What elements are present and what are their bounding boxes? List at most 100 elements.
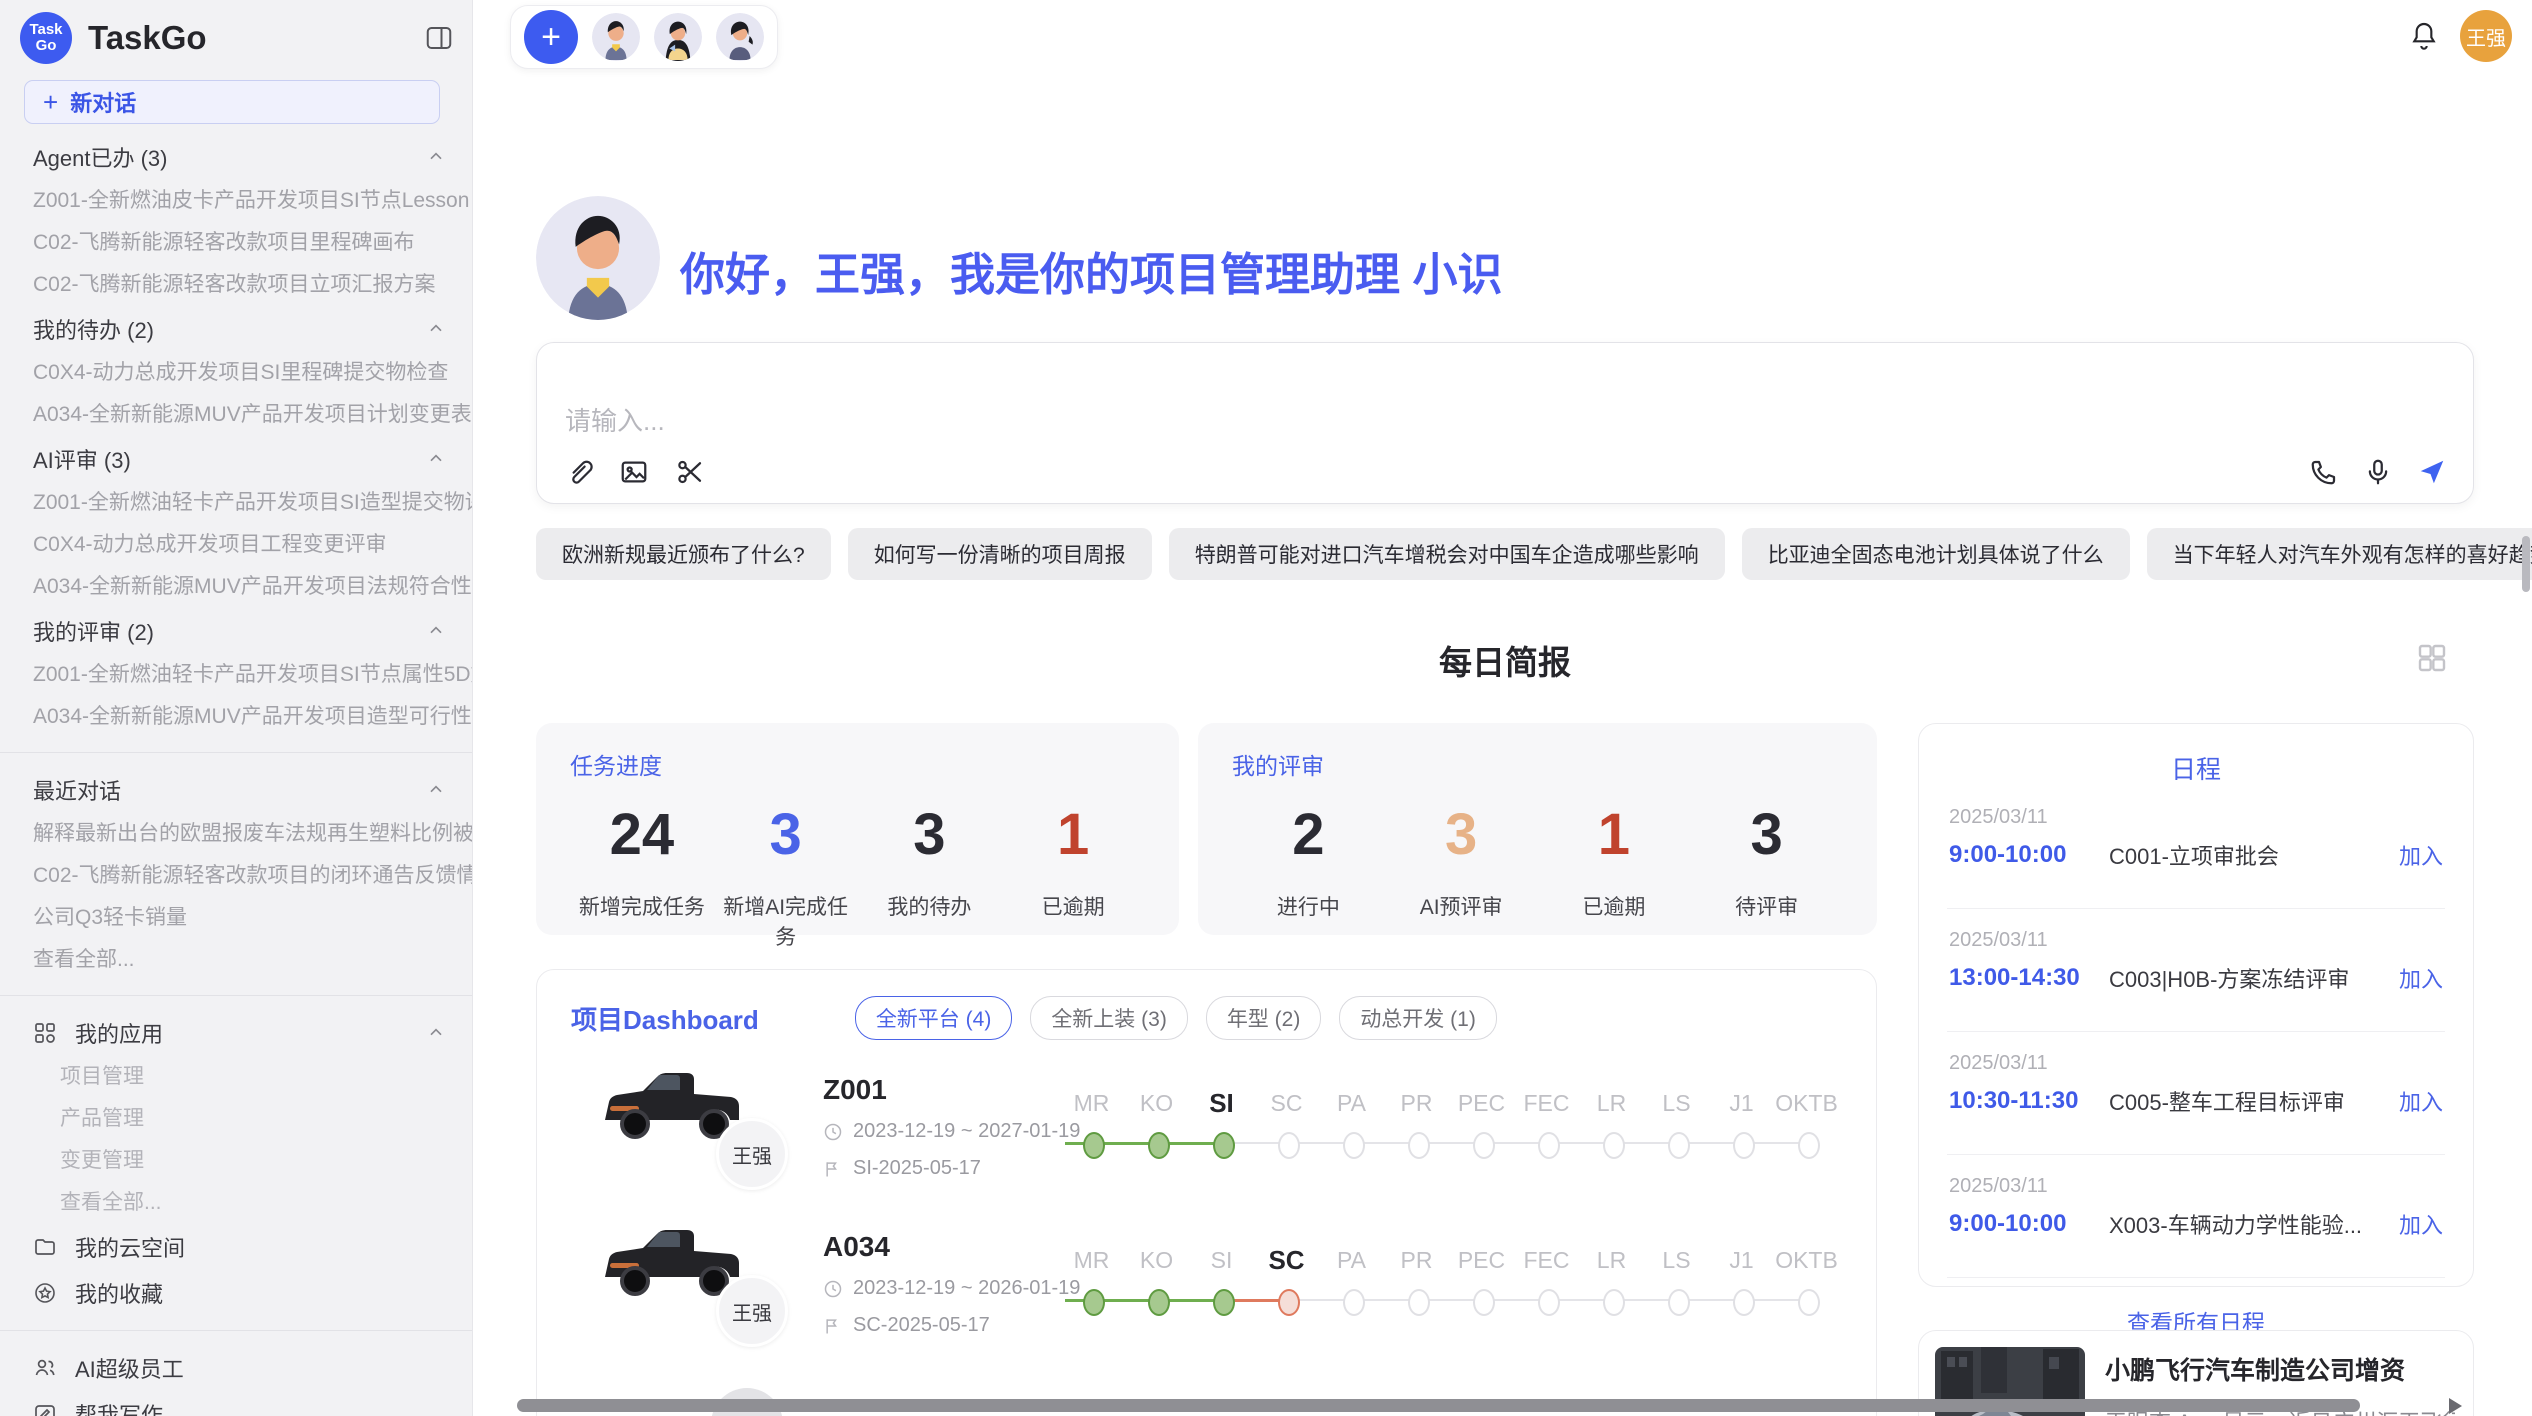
agent-switcher: + [510, 5, 778, 69]
sidebar-item-product-mgmt[interactable]: 产品管理 [0, 1098, 472, 1140]
attach-icon[interactable] [563, 457, 593, 487]
sidebar-item-change-mgmt[interactable]: 变更管理 [0, 1140, 472, 1182]
milestone-label: PR [1384, 1239, 1449, 1281]
sidebar-item-cloud-space[interactable]: 我的云空间 [0, 1224, 472, 1270]
sidebar-item-help-writing[interactable]: 帮我写作 [0, 1391, 472, 1416]
suggestion-chip[interactable]: 如何写一份清晰的项目周报 [848, 528, 1152, 580]
milestone-dot [1538, 1132, 1560, 1159]
suggestion-chip[interactable]: 欧洲新规最近颁布了什么? [536, 528, 831, 580]
milestone-dot [1278, 1289, 1300, 1316]
list-item[interactable]: Z001-全新燃油皮卡产品开发项目SI节点Lesson Learn报告 [0, 180, 472, 222]
grid-icon [33, 1021, 57, 1045]
scissors-icon[interactable] [675, 457, 705, 487]
notification-bell-icon[interactable] [2408, 19, 2440, 53]
suggestion-chip[interactable]: 当下年轻人对汽车外观有怎样的喜好趋势 [2147, 528, 2532, 580]
milestone-label: SC [1254, 1239, 1319, 1281]
image-icon[interactable] [619, 457, 649, 487]
list-item[interactable]: Z001-全新燃油轻卡产品开发项目SI造型提交物评审 [0, 482, 472, 524]
tab-new-body[interactable]: 全新上装 (3) [1030, 996, 1188, 1040]
suggestion-chip[interactable]: 特朗普可能对进口汽车增税会对中国车企造成哪些影响 [1169, 528, 1725, 580]
chat-input[interactable] [563, 399, 2451, 477]
stat-label: 待评审 [1690, 891, 1843, 921]
people-icon [33, 1356, 57, 1380]
schedule-item[interactable]: 2025/03/11 9:00-10:00 C001-立项审批会 加入 [1919, 786, 2473, 890]
section-header-my-review[interactable]: 我的评审 (2) [0, 608, 472, 654]
list-item[interactable]: A034-全新新能源MUV产品开发项目造型可行性评审 [0, 696, 472, 738]
schedule-time: 9:00-10:00 [1949, 1210, 2109, 1238]
section-header-ai-review[interactable]: AI评审 (3) [0, 436, 472, 482]
new-chat-button[interactable]: + 新对话 [24, 80, 440, 124]
tab-new-platform[interactable]: 全新平台 (4) [855, 996, 1013, 1040]
app-title: TaskGo [88, 19, 424, 57]
suggestion-chip[interactable]: 比亚迪全固态电池计划具体说了什么 [1742, 528, 2130, 580]
list-item[interactable]: C02-飞腾新能源轻客改款项目的闭环通告反馈情况 [0, 855, 472, 897]
join-link[interactable]: 加入 [2399, 1208, 2443, 1240]
list-item[interactable]: C02-飞腾新能源轻客改款项目立项汇报方案 [0, 264, 472, 306]
writing-icon [33, 1402, 57, 1416]
divider [0, 752, 472, 753]
stat-value: 3 [1385, 799, 1538, 871]
card-title: 任务进度 [570, 747, 1145, 781]
list-item[interactable]: C0X4-动力总成开发项目SI里程碑提交物检查 [0, 352, 472, 394]
phone-icon[interactable] [2309, 457, 2339, 487]
section-header-recent[interactable]: 最近对话 [0, 767, 472, 813]
milestone-label: SC [1254, 1082, 1319, 1124]
sidebar-item-my-apps[interactable]: 我的应用 [0, 1010, 472, 1056]
view-all-link[interactable]: 查看全部... [0, 939, 472, 981]
schedule-item[interactable]: 2025/03/11 9:00-10:00 X003-车辆动力学性能验... 加… [1919, 1155, 2473, 1259]
avatar[interactable] [716, 13, 764, 61]
list-item[interactable]: 解释最新出台的欧盟报废车法规再生塑料比例被调至15%... [0, 813, 472, 855]
schedule-item[interactable]: 2025/03/11 10:30-11:30 C005-整车工程目标评审 加入 [1919, 1032, 2473, 1136]
stat-value: 2 [1232, 799, 1385, 871]
list-item[interactable]: A034-全新新能源MUV产品开发项目法规符合性评审 [0, 566, 472, 608]
join-link[interactable]: 加入 [2399, 962, 2443, 994]
add-agent-button[interactable]: + [524, 10, 578, 64]
message-composer [536, 342, 2474, 504]
list-item[interactable]: A034-全新新能源MUV产品开发项目计划变更表编写 [0, 394, 472, 436]
star-badge-icon [33, 1281, 57, 1305]
user-avatar[interactable]: 王强 [2460, 10, 2512, 62]
join-link[interactable]: 加入 [2399, 839, 2443, 871]
schedule-date: 2025/03/11 [1949, 929, 2443, 952]
sidebar-item-project-mgmt[interactable]: 项目管理 [0, 1056, 472, 1098]
milestone-dot [1083, 1289, 1105, 1316]
project-row[interactable]: 王强 A034 2023-12-19 ~ 2026-01-19 SC-2025-… [569, 1213, 1844, 1371]
section-header-my-todo[interactable]: 我的待办 (2) [0, 306, 472, 352]
collapse-sidebar-icon[interactable] [424, 23, 454, 53]
schedule-name: C003|H0B-方案冻结评审 [2109, 962, 2399, 994]
sidebar-item-ai-super-staff[interactable]: AI超级员工 [0, 1345, 472, 1391]
view-all-link[interactable]: 查看全部... [0, 1182, 472, 1224]
horizontal-scrollbar-thumb[interactable] [517, 1399, 2360, 1412]
chevron-up-icon [426, 1023, 446, 1043]
stat-value: 1 [1001, 799, 1145, 871]
milestone-dot [1343, 1132, 1365, 1159]
list-item[interactable]: C0X4-动力总成开发项目工程变更评审 [0, 524, 472, 566]
milestone-timeline: MR KO SI SC PA PR PEC FEC LR LS J1 OKTB [1059, 1239, 1839, 1321]
avatar[interactable] [592, 13, 640, 61]
project-flag: SC-2025-05-17 [853, 1314, 990, 1337]
tab-model-year[interactable]: 年型 (2) [1206, 996, 1322, 1040]
milestone-dot [1083, 1132, 1105, 1159]
list-item[interactable]: C02-飞腾新能源轻客改款项目里程碑画布 [0, 222, 472, 264]
layout-grid-icon[interactable] [2416, 642, 2448, 674]
dashboard-title: 项目Dashboard [571, 1000, 759, 1037]
tab-powertrain[interactable]: 动总开发 (1) [1339, 996, 1497, 1040]
join-link[interactable]: 加入 [2399, 1085, 2443, 1117]
scroll-right-arrow[interactable] [2449, 1398, 2462, 1414]
vertical-scrollbar-thumb[interactable] [2522, 536, 2530, 592]
mic-icon[interactable] [2363, 457, 2393, 487]
owner-badge: 王强 [716, 1118, 788, 1190]
section-header-agent-done[interactable]: Agent已办 (3) [0, 134, 472, 180]
schedule-item[interactable]: 2025/03/11 13:00-14:30 C003|H0B-方案冻结评审 加… [1919, 909, 2473, 1013]
milestone-dot [1733, 1289, 1755, 1316]
schedule-date: 2025/03/11 [1949, 1175, 2443, 1198]
project-row[interactable]: 王强 Z001 2023-12-19 ~ 2027-01-19 SI-2025-… [569, 1056, 1844, 1214]
plus-icon: + [43, 87, 58, 118]
list-item[interactable]: 公司Q3轻卡销量 [0, 897, 472, 939]
milestone-dot [1148, 1132, 1170, 1159]
sidebar-item-favorites[interactable]: 我的收藏 [0, 1270, 472, 1316]
avatar[interactable] [654, 13, 702, 61]
schedule-time: 9:00-10:00 [1949, 841, 2109, 869]
list-item[interactable]: Z001-全新燃油轻卡产品开发项目SI节点属性5D文件评审 [0, 654, 472, 696]
send-icon[interactable] [2417, 457, 2447, 487]
